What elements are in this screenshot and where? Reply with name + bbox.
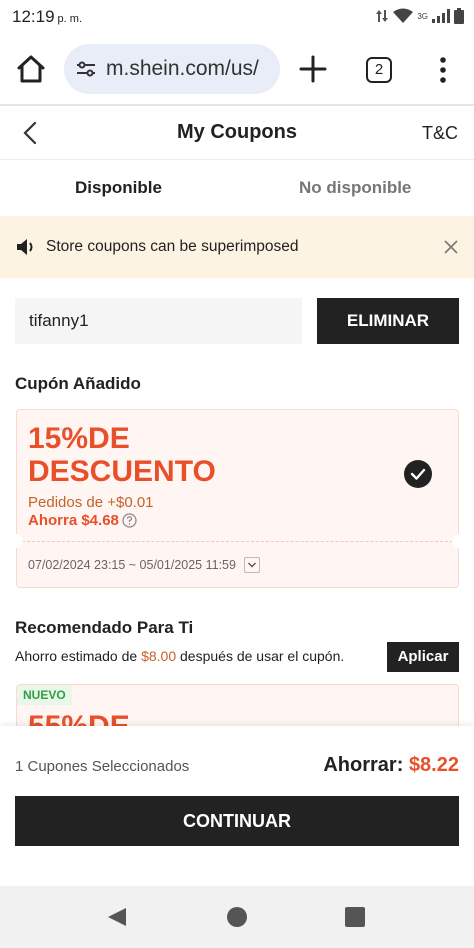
system-nav-bar	[0, 886, 474, 948]
data-arrows-icon	[376, 10, 389, 22]
coupon-savings: Ahorra $4.68	[28, 512, 137, 529]
estimate-amount: $8.00	[141, 648, 177, 664]
help-icon[interactable]	[122, 513, 137, 528]
nav-back-icon[interactable]	[106, 906, 128, 928]
added-coupon-card[interactable]: 15%DE DESCUENTO Pedidos de +$0.01 Ahorra…	[9, 409, 466, 588]
notice-banner: Store coupons can be superimposed	[0, 216, 474, 278]
clock-period: p. m.	[57, 13, 82, 25]
coupon-discount: 15%DE DESCUENTO	[28, 422, 216, 488]
estimated-savings-text: Ahorro estimado de $8.00 después de usar…	[15, 648, 344, 664]
coupon-condition: Pedidos de +$0.01	[28, 494, 154, 511]
checkmark-icon	[410, 468, 426, 480]
apply-button[interactable]: Aplicar	[387, 642, 459, 672]
estimate-suffix: después de usar el cupón.	[176, 648, 345, 664]
status-bar: 12:19 p. m. 3G	[0, 0, 474, 34]
estimate-prefix: Ahorro estimado de	[15, 648, 142, 664]
status-icons: 3G	[375, 8, 464, 24]
address-bar[interactable]: m.shein.com/us/	[64, 44, 280, 94]
network-type: 3G	[417, 11, 428, 21]
continue-button[interactable]: CONTINUAR	[15, 796, 459, 846]
coupon-discount-line2: DESCUENTO	[28, 455, 216, 488]
notice-text: Store coupons can be superimposed	[46, 238, 299, 255]
added-coupon-title: Cupón Añadido	[15, 374, 141, 393]
nav-recents-icon[interactable]	[345, 907, 365, 927]
wifi-icon	[393, 8, 414, 23]
remove-coupon-button[interactable]: ELIMINAR	[317, 298, 459, 344]
tab-unavailable[interactable]: No disponible	[299, 178, 411, 198]
coupon-savings-text: Ahorra $4.68	[28, 512, 119, 529]
coupon-validity-text: 07/02/2024 23:15 ~ 05/01/2025 11:59	[28, 558, 236, 572]
chevron-down-icon	[247, 562, 256, 568]
signal-icon	[432, 9, 450, 23]
more-menu-icon[interactable]	[433, 56, 453, 84]
selected-count: 1 Cupones Seleccionados	[15, 758, 190, 775]
url-text: m.shein.com/us/	[106, 57, 259, 80]
coupon-notch-left	[9, 534, 23, 548]
page-header: My Coupons T&C	[0, 106, 474, 160]
clock-time: 12:19	[12, 7, 55, 26]
coupon-divider	[17, 541, 458, 542]
coupon-validity: 07/02/2024 23:15 ~ 05/01/2025 11:59	[28, 557, 260, 573]
expand-details-button[interactable]	[243, 557, 260, 573]
coupon-code-input[interactable]	[15, 298, 302, 344]
selected-check[interactable]	[404, 460, 432, 488]
close-icon[interactable]	[444, 240, 458, 254]
new-tab-icon[interactable]	[298, 54, 328, 84]
speaker-icon	[17, 239, 33, 255]
page-title: My Coupons	[177, 121, 297, 143]
nav-home-icon[interactable]	[227, 907, 247, 927]
site-settings-icon[interactable]	[74, 57, 98, 81]
home-icon[interactable]	[14, 52, 48, 86]
savings-label: Ahorrar:	[323, 754, 404, 776]
coupon-tabs: Disponible No disponible	[0, 161, 474, 215]
coupon-discount-line1: 15%DE	[28, 422, 130, 455]
tab-switcher-button[interactable]: 2	[366, 57, 392, 83]
savings-value: $8.22	[408, 754, 459, 776]
total-savings: Ahorrar: $8.22	[323, 754, 459, 777]
browser-toolbar: m.shein.com/us/ 2	[0, 34, 474, 104]
coupon-notch-right	[452, 534, 466, 548]
battery-icon	[454, 8, 464, 24]
clock: 12:19 p. m.	[12, 7, 82, 27]
terms-link[interactable]: T&C	[422, 123, 458, 144]
new-badge: NUEVO	[17, 685, 72, 705]
checkout-bar: 1 Cupones Seleccionados Ahorrar: $8.22 C…	[0, 726, 474, 886]
tab-available[interactable]: Disponible	[75, 178, 162, 198]
recommended-title: Recomendado Para Ti	[15, 618, 194, 637]
